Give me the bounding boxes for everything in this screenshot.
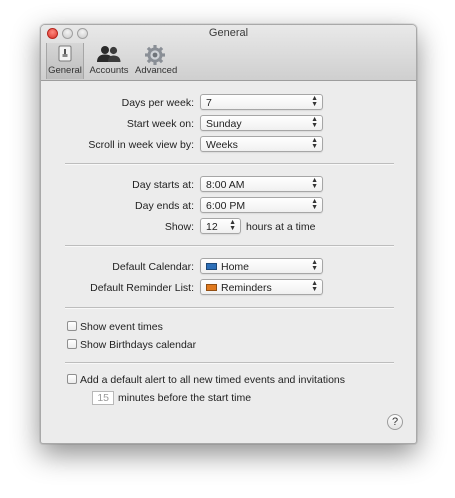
calendar-color-swatch <box>206 263 217 270</box>
show-hours-label: Show: <box>164 221 194 233</box>
default-reminder-row: Default Reminder List: Reminders ▲ ▼ <box>41 279 416 297</box>
days-per-week-value: 7 <box>206 97 212 109</box>
start-week-row: Start week on: Sunday ▲ ▼ <box>41 115 416 133</box>
day-ends-value: 6:00 PM <box>206 200 246 212</box>
toolbar-advanced-label: Advanced <box>135 65 178 76</box>
alert-minutes-field[interactable]: 15 <box>92 391 114 405</box>
start-week-value: Sunday <box>206 118 242 130</box>
default-calendar-value: Home <box>221 261 250 273</box>
default-reminder-popup[interactable]: Reminders ▲ ▼ <box>200 279 323 295</box>
updown-arrows-icon: ▲ ▼ <box>311 137 318 150</box>
show-event-times-checkbox[interactable] <box>67 321 77 331</box>
people-icon <box>96 45 122 66</box>
default-calendar-value-wrap: Home <box>206 261 249 273</box>
default-calendar-label: Default Calendar: <box>112 261 194 273</box>
start-week-popup[interactable]: Sunday ▲ ▼ <box>200 115 323 131</box>
divider <box>65 307 394 309</box>
day-ends-popup[interactable]: 6:00 PM ▲ ▼ <box>200 197 323 213</box>
start-week-label: Start week on: <box>126 118 194 130</box>
scroll-week-row: Scroll in week view by: Weeks ▲ ▼ <box>41 136 416 154</box>
divider <box>65 245 394 247</box>
default-alert-label: Add a default alert to all new timed eve… <box>80 374 345 386</box>
updown-arrows-icon: ▲ ▼ <box>229 219 236 232</box>
default-reminder-value-wrap: Reminders <box>206 282 272 294</box>
toolbar-general-label: General <box>48 65 82 76</box>
show-hours-value: 12 <box>206 221 218 233</box>
toolbar-accounts-tab[interactable]: Accounts <box>89 43 129 79</box>
updown-arrows-icon: ▲ ▼ <box>311 116 318 129</box>
scroll-week-label: Scroll in week view by: <box>88 139 194 151</box>
day-starts-value: 8:00 AM <box>206 179 245 191</box>
show-birthdays-label: Show Birthdays calendar <box>80 339 197 351</box>
default-calendar-row: Default Calendar: Home ▲ ▼ <box>41 258 416 276</box>
days-per-week-popup[interactable]: 7 ▲ ▼ <box>200 94 323 110</box>
divider <box>65 362 394 364</box>
toolbar-advanced-tab[interactable]: Advanced <box>135 43 178 79</box>
default-reminder-value: Reminders <box>221 282 272 294</box>
show-event-times-label: Show event times <box>80 321 163 333</box>
day-starts-popup[interactable]: 8:00 AM ▲ ▼ <box>200 176 323 192</box>
default-alert-checkbox[interactable] <box>67 374 77 384</box>
updown-arrows-icon: ▲ ▼ <box>311 280 318 293</box>
scroll-week-value: Weeks <box>206 139 238 151</box>
day-ends-row: Day ends at: 6:00 PM ▲ ▼ <box>41 197 416 215</box>
toolbar-general-tab[interactable]: General <box>46 43 84 79</box>
days-per-week-label: Days per week: <box>121 97 194 109</box>
divider <box>65 163 394 165</box>
day-ends-label: Day ends at: <box>135 200 194 212</box>
window-title: General <box>208 27 249 39</box>
help-button[interactable]: ? <box>387 414 403 430</box>
switch-icon <box>55 45 75 66</box>
alert-minutes-suffix: minutes before the start time <box>118 392 252 404</box>
default-reminder-label: Default Reminder List: <box>90 282 194 294</box>
alert-minutes-row: 15 minutes before the start time <box>41 390 416 408</box>
updown-arrows-icon: ▲ ▼ <box>311 259 318 272</box>
toolbar-accounts-label: Accounts <box>89 65 129 76</box>
updown-arrows-icon: ▲ ▼ <box>311 198 318 211</box>
days-per-week-row: Days per week: 7 ▲ ▼ <box>41 94 416 112</box>
preferences-window: General General Accounts Advanced Days p… <box>40 24 417 444</box>
show-hours-suffix: hours at a time <box>246 221 316 233</box>
reminder-color-swatch <box>206 284 217 291</box>
day-starts-label: Day starts at: <box>132 179 194 191</box>
updown-arrows-icon: ▲ ▼ <box>311 95 318 108</box>
default-calendar-popup[interactable]: Home ▲ ▼ <box>200 258 323 274</box>
updown-arrows-icon: ▲ ▼ <box>311 177 318 190</box>
day-starts-row: Day starts at: 8:00 AM ▲ ▼ <box>41 176 416 194</box>
title-bar: General General Accounts Advanced <box>41 25 416 81</box>
show-hours-row: Show: 12 ▲ ▼ hours at a time <box>41 218 416 236</box>
scroll-week-popup[interactable]: Weeks ▲ ▼ <box>200 136 323 152</box>
show-birthdays-checkbox[interactable] <box>67 339 77 349</box>
show-hours-popup[interactable]: 12 ▲ ▼ <box>200 218 241 234</box>
